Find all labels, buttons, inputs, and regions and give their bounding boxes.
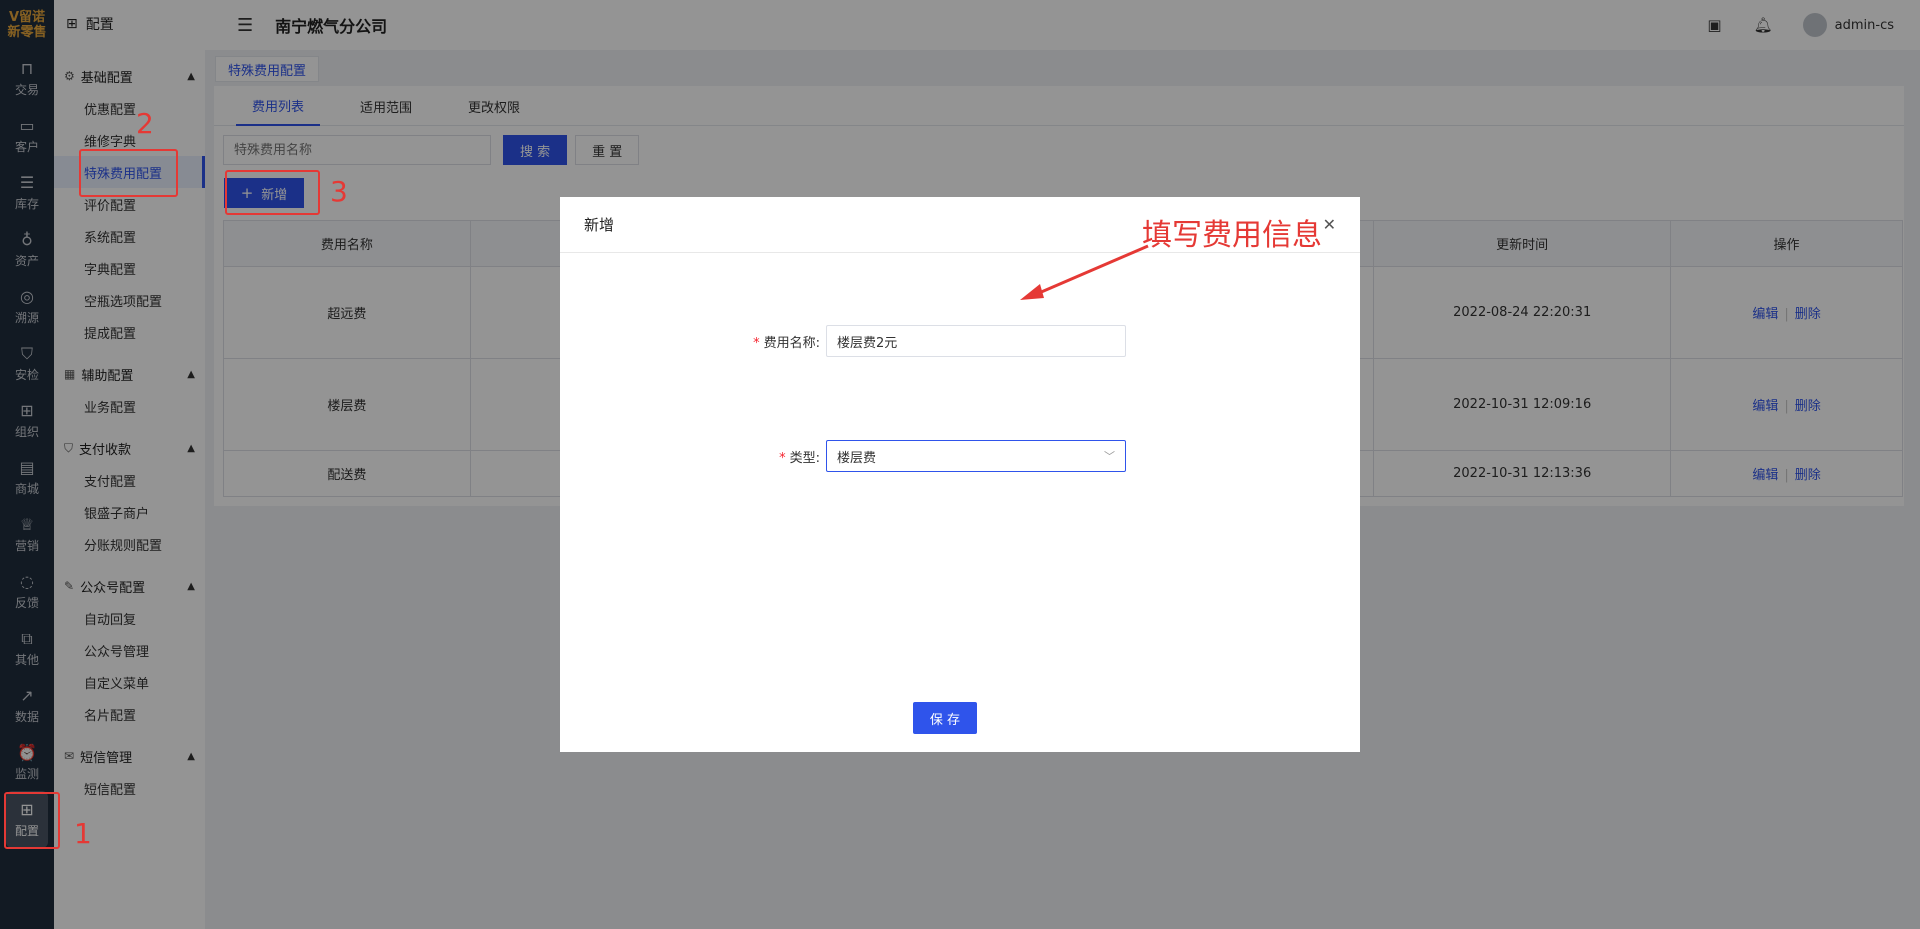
annotation-box-config: [4, 792, 60, 849]
add-fee-modal: 新增 ✕ * 费用名称: 楼层费2元 * 类型: 楼层费 ﹀ 保 存: [560, 197, 1360, 752]
fee-type-label-text: 类型:: [789, 450, 820, 466]
annotation-text: 填写费用信息: [1142, 218, 1322, 253]
annotation-number-1: 1: [74, 817, 92, 850]
fee-type-select[interactable]: 楼层费 ﹀: [826, 440, 1126, 472]
fee-type-row: * 类型: 楼层费 ﹀: [560, 440, 1126, 472]
fee-name-input[interactable]: 楼层费2元: [826, 325, 1126, 357]
close-icon[interactable]: ✕: [1323, 215, 1336, 234]
annotation-number-2: 2: [136, 107, 154, 140]
fee-name-label: * 费用名称:: [560, 332, 826, 351]
fee-type-label: * 类型:: [560, 447, 826, 466]
annotation-box-special-fee: [79, 149, 178, 197]
required-mark: *: [753, 335, 760, 351]
required-mark: *: [779, 450, 786, 466]
chevron-down-icon: ﹀: [1104, 450, 1115, 463]
fee-type-value: 楼层费: [837, 450, 877, 466]
fee-name-row: * 费用名称: 楼层费2元: [560, 325, 1126, 357]
save-button[interactable]: 保 存: [913, 702, 977, 734]
annotation-number-3: 3: [330, 175, 348, 208]
fee-name-label-text: 费用名称:: [763, 335, 820, 351]
annotation-box-add: [225, 170, 320, 215]
annotation-arrow: [1020, 244, 1149, 300]
